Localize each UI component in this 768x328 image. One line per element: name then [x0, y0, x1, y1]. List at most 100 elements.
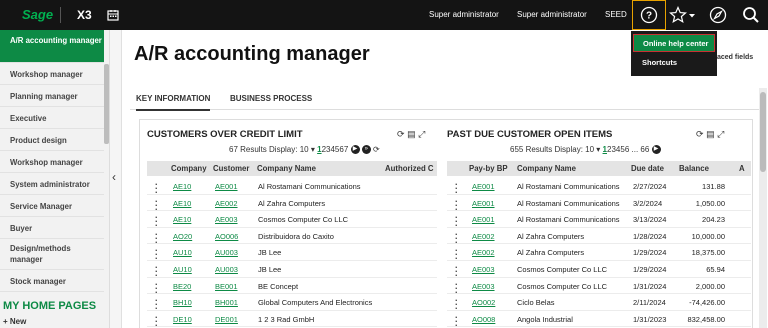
chevron-down-icon[interactable]: ▾: [311, 145, 315, 154]
next-page-icon[interactable]: ▶: [350, 145, 360, 155]
table-row[interactable]: ... AE002 Al Zahra Computers 1/28/2024 10,00…: [447, 227, 751, 245]
customer-cell[interactable]: BH001: [215, 298, 238, 307]
company-cell[interactable]: DE10: [173, 315, 192, 324]
table-row[interactable]: ... AE10 AE002 Al Zahra Computers: [147, 194, 437, 212]
folder-menu[interactable]: SEED: [605, 10, 627, 19]
sidebar-item-workshop-manager[interactable]: Workshop manager: [0, 64, 104, 85]
chevron-down-icon[interactable]: ▾: [596, 145, 600, 154]
main-scrollbar-thumb[interactable]: [760, 92, 766, 172]
role-menu[interactable]: Super administrator: [517, 10, 587, 19]
pay-by-bp-cell[interactable]: AE003: [472, 282, 495, 291]
search-icon[interactable]: [742, 6, 760, 24]
customer-cell[interactable]: AU003: [215, 248, 238, 257]
company-cell[interactable]: BE20: [173, 282, 191, 291]
page-link[interactable]: 6: [625, 145, 629, 154]
company-cell[interactable]: BH10: [173, 298, 192, 307]
new-home-page-link[interactable]: + New: [3, 317, 26, 326]
display-select[interactable]: 10: [585, 145, 594, 154]
table-row[interactable]: ... BH10 BH001 Global Computers And Electro…: [147, 294, 437, 311]
pay-by-bp-cell[interactable]: AE003: [472, 265, 495, 274]
page-link[interactable]: 7: [344, 145, 348, 154]
expand-icon[interactable]: ⤢: [418, 129, 425, 139]
table-row[interactable]: ... AE10 AE003 Cosmos Computer Co LLC: [147, 211, 437, 228]
row-actions-icon[interactable]: ...: [455, 277, 458, 294]
customer-cell[interactable]: AE001: [215, 182, 238, 191]
tab-key-information[interactable]: KEY INFORMATION: [136, 94, 211, 111]
customer-cell[interactable]: AE002: [215, 199, 238, 208]
sidebar-scrollbar[interactable]: [104, 64, 109, 144]
column-header[interactable]: Company: [171, 164, 207, 173]
tab-business-process[interactable]: BUSINESS PROCESS: [230, 94, 312, 103]
column-header[interactable]: Pay-by BP: [469, 164, 508, 173]
customer-cell[interactable]: BE001: [215, 282, 238, 291]
chevron-down-icon[interactable]: [687, 10, 697, 20]
online-help-center-item[interactable]: Online help center: [633, 34, 715, 52]
row-actions-icon[interactable]: ...: [455, 211, 458, 228]
table-row[interactable]: ... AE002 Al Zahra Computers 1/29/2024 18,37…: [447, 244, 751, 261]
table-row[interactable]: ... AO008 Angola Industrial 1/31/2023 832,45…: [447, 310, 751, 328]
row-actions-icon[interactable]: ...: [455, 194, 458, 211]
compass-icon[interactable]: [709, 6, 727, 24]
pay-by-bp-cell[interactable]: AE001: [472, 215, 495, 224]
shortcuts-item[interactable]: Shortcuts: [642, 58, 677, 67]
page-link[interactable]: 66: [640, 145, 649, 154]
sidebar-item-design-methods-manager[interactable]: Design/methods manager: [0, 240, 104, 270]
row-actions-icon[interactable]: ...: [455, 178, 458, 195]
column-header[interactable]: Authorized C: [385, 164, 434, 173]
row-actions-icon[interactable]: ...: [155, 227, 158, 244]
row-actions-icon[interactable]: ...: [155, 294, 158, 311]
sidebar-item-service-manager[interactable]: Service Manager: [0, 196, 104, 217]
row-actions-icon[interactable]: ...: [155, 178, 158, 195]
table-row[interactable]: ... AE001 Al Rostamani Communications 2/27/…: [447, 178, 751, 195]
sidebar-item-product-design[interactable]: Product design: [0, 130, 104, 151]
customer-cell[interactable]: AU003: [215, 265, 238, 274]
sidebar-item-buyer[interactable]: Buyer: [0, 218, 104, 239]
sidebar-item-workshop-manager-2[interactable]: Workshop manager: [0, 152, 104, 173]
refresh-icon[interactable]: ⟳: [696, 129, 704, 139]
sidebar-item-system-administrator[interactable]: System administrator: [0, 174, 104, 195]
refresh-icon[interactable]: ⟳: [373, 145, 380, 154]
column-header[interactable]: Customer: [213, 164, 249, 173]
customer-cell[interactable]: AE003: [215, 215, 238, 224]
company-cell[interactable]: AO20: [173, 232, 192, 241]
pay-by-bp-cell[interactable]: AO002: [472, 298, 495, 307]
sidebar-item-ar-accounting-manager[interactable]: A/R accounting manager: [0, 30, 104, 63]
last-page-icon[interactable]: »: [361, 145, 371, 155]
table-row[interactable]: ... AE001 Al Rostamani Communications 3/2/2…: [447, 194, 751, 212]
sidebar-item-executive[interactable]: Executive: [0, 108, 104, 129]
row-actions-icon[interactable]: ...: [155, 261, 158, 278]
table-row[interactable]: ... AE003 Cosmos Computer Co LLC 1/29/2024 6…: [447, 261, 751, 278]
row-actions-icon[interactable]: ...: [455, 261, 458, 278]
display-select[interactable]: 10: [300, 145, 309, 154]
pay-by-bp-cell[interactable]: AO008: [472, 315, 495, 324]
user-menu[interactable]: Super administrator: [429, 10, 499, 19]
row-actions-icon[interactable]: ...: [455, 244, 458, 261]
next-page-icon[interactable]: ▶: [651, 145, 661, 155]
table-icon[interactable]: ▤: [706, 129, 715, 139]
table-row[interactable]: ... BE20 BE001 BE Concept: [147, 277, 437, 295]
company-cell[interactable]: AE10: [173, 199, 191, 208]
row-actions-icon[interactable]: ...: [155, 277, 158, 294]
company-cell[interactable]: AU10: [173, 248, 192, 257]
pay-by-bp-cell[interactable]: AE002: [472, 232, 495, 241]
row-actions-icon[interactable]: ...: [455, 310, 458, 327]
column-header[interactable]: Due date: [631, 164, 664, 173]
sage-logo[interactable]: Sage: [22, 7, 53, 22]
customer-cell[interactable]: DE001: [215, 315, 238, 324]
column-header[interactable]: Company Name: [517, 164, 576, 173]
customer-cell[interactable]: AO006: [215, 232, 238, 241]
table-row[interactable]: ... AO002 Ciclo Belas 2/11/2024 -74,426.00: [447, 294, 751, 311]
column-header[interactable]: Balance: [679, 164, 709, 173]
company-cell[interactable]: AE10: [173, 182, 191, 191]
table-row[interactable]: ... AO20 AO006 Distribuidora do Caxito: [147, 227, 437, 245]
company-cell[interactable]: AE10: [173, 215, 191, 224]
table-row[interactable]: ... DE10 DE001 1 2 3 Rad GmbH: [147, 310, 437, 328]
row-actions-icon[interactable]: ...: [155, 310, 158, 327]
row-actions-icon[interactable]: ...: [155, 211, 158, 228]
star-icon[interactable]: [669, 6, 687, 24]
expand-icon[interactable]: ⤢: [717, 129, 724, 139]
table-row[interactable]: ... AU10 AU003 JB Lee: [147, 261, 437, 278]
company-cell[interactable]: AU10: [173, 265, 192, 274]
table-icon[interactable]: ▤: [407, 129, 416, 139]
chevron-left-icon[interactable]: ‹: [112, 170, 116, 184]
